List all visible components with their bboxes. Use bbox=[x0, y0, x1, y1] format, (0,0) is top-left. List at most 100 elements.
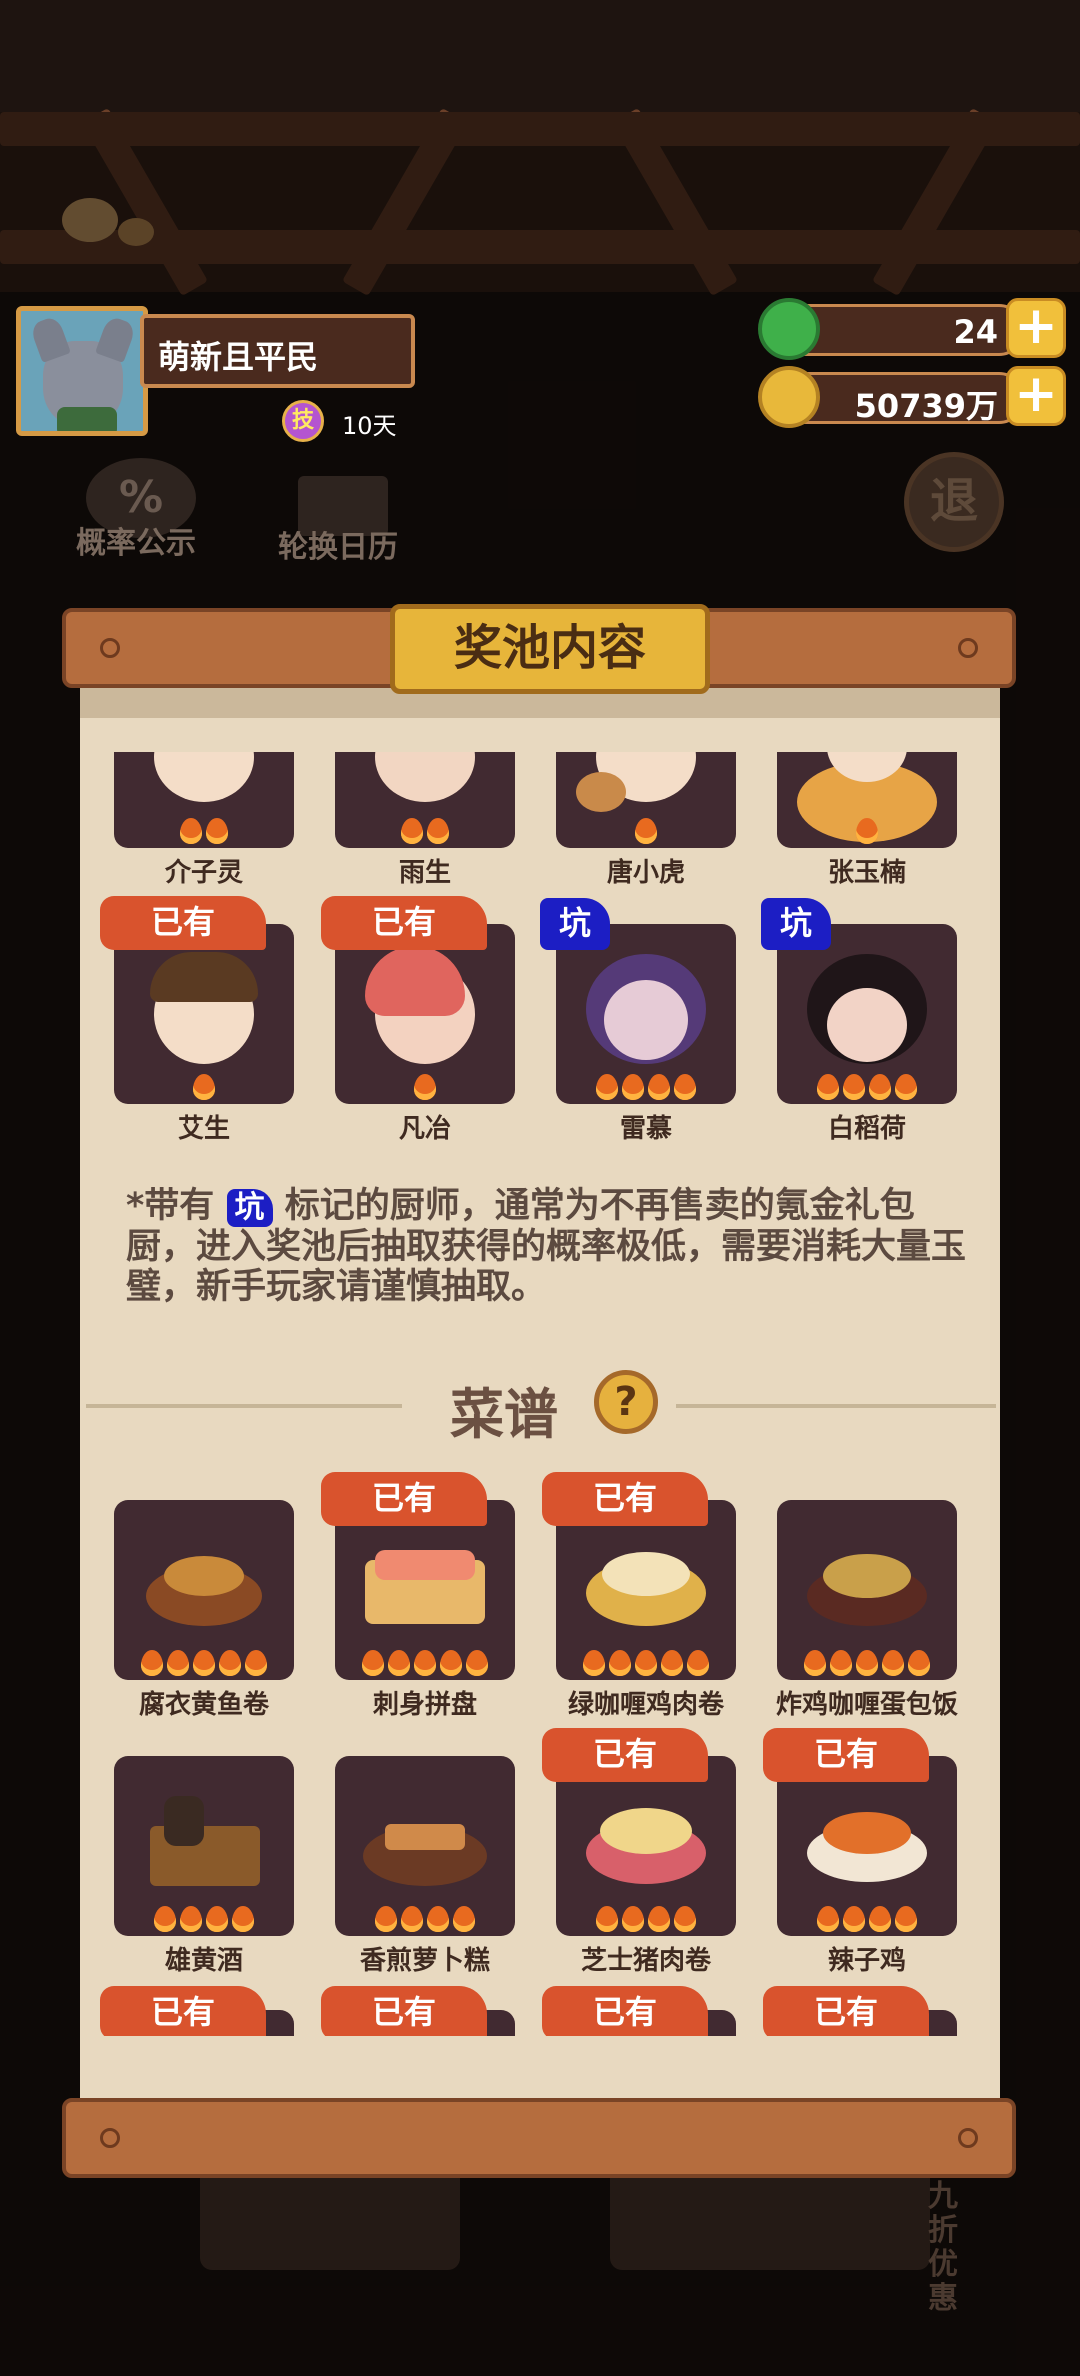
add-jade-button[interactable]: + bbox=[1006, 298, 1066, 358]
help-icon[interactable]: ? bbox=[594, 1370, 658, 1434]
nail-icon bbox=[958, 638, 978, 658]
star-rating bbox=[556, 818, 736, 844]
recipe-name: 辣子鸡 bbox=[827, 1946, 906, 1976]
coin-icon bbox=[758, 366, 820, 428]
recipe-card[interactable] bbox=[335, 1756, 515, 1936]
nail-icon bbox=[958, 2128, 978, 2148]
star-rating bbox=[335, 1906, 515, 1932]
exit-button: 退 bbox=[904, 452, 1004, 552]
add-coin-button[interactable]: + bbox=[1006, 366, 1066, 426]
dish-food bbox=[823, 1812, 911, 1854]
nail-icon bbox=[100, 2128, 120, 2148]
star-rating bbox=[777, 1074, 957, 1100]
star-rating bbox=[335, 1074, 515, 1100]
star-rating bbox=[777, 1906, 957, 1932]
chef-name: 唐小虎 bbox=[606, 858, 685, 888]
wine-jar-icon bbox=[164, 1796, 204, 1846]
dish-food bbox=[600, 1808, 692, 1854]
chef-card[interactable] bbox=[777, 924, 957, 1104]
collar-icon bbox=[57, 407, 117, 431]
keng-tag: 坑 bbox=[540, 898, 610, 950]
star-rating bbox=[556, 1906, 736, 1932]
chef-name: 雨生 bbox=[398, 858, 451, 888]
recipe-card[interactable] bbox=[556, 1500, 736, 1680]
skill-days: 10天 bbox=[342, 412, 397, 440]
recipe-name: 炸鸡咖喱蛋包饭 bbox=[775, 1690, 958, 1720]
star-rating bbox=[335, 818, 515, 844]
star-rating bbox=[777, 818, 957, 844]
recipe-name: 香煎萝卜糕 bbox=[359, 1946, 490, 1976]
star-rating bbox=[556, 1650, 736, 1676]
scroll-bottom-roller bbox=[62, 2098, 1016, 2178]
chef-name: 雷慕 bbox=[619, 1114, 672, 1144]
recipe-card[interactable] bbox=[777, 1500, 957, 1680]
chef-name: 介子灵 bbox=[164, 858, 243, 888]
chef-hair bbox=[576, 772, 626, 812]
chef-card[interactable] bbox=[777, 752, 957, 848]
star-rating bbox=[114, 1906, 294, 1932]
recipe-name: 雄黄酒 bbox=[164, 1946, 243, 1976]
keng-tag: 坑 bbox=[761, 898, 831, 950]
star-rating bbox=[777, 1650, 957, 1676]
owned-tag: 已有 bbox=[542, 1986, 708, 2040]
owned-tag: 已有 bbox=[321, 896, 487, 950]
keng-tag-inline: 坑 bbox=[226, 1189, 273, 1227]
player-avatar[interactable] bbox=[16, 306, 148, 436]
chef-card[interactable] bbox=[335, 924, 515, 1104]
divider bbox=[676, 1404, 996, 1408]
chef-portrait bbox=[375, 752, 475, 802]
probability-button: 概率公示 bbox=[76, 526, 196, 561]
panel-bottom-margin bbox=[80, 2036, 1000, 2100]
dish-food bbox=[823, 1554, 911, 1598]
recipes-title: 菜谱 bbox=[450, 1383, 558, 1446]
jade-icon bbox=[758, 298, 820, 360]
owned-tag: 已有 bbox=[100, 896, 266, 950]
divider bbox=[86, 1404, 402, 1408]
chef-card[interactable] bbox=[114, 924, 294, 1104]
dish-food bbox=[602, 1552, 690, 1596]
chef-card[interactable] bbox=[114, 752, 294, 848]
keng-note: *带有 坑 标记的厨师，通常为不再售卖的氪金礼包厨，进入奖池后抽取获得的概率极低… bbox=[126, 1186, 966, 1307]
note-prefix: *带有 bbox=[126, 1186, 215, 1226]
skill-badge-icon: 技 bbox=[282, 400, 324, 442]
star-rating bbox=[114, 1650, 294, 1676]
nail-icon bbox=[100, 638, 120, 658]
chef-portrait bbox=[604, 980, 688, 1060]
owned-tag: 已有 bbox=[763, 1728, 929, 1782]
recipe-card[interactable] bbox=[114, 1756, 294, 1936]
dish-food bbox=[164, 1556, 244, 1596]
star-rating bbox=[114, 818, 294, 844]
recipe-name: 芝士猪肉卷 bbox=[580, 1946, 711, 1976]
calendar-button: 轮换日历 bbox=[278, 530, 398, 565]
chef-portrait bbox=[154, 752, 254, 802]
dish-food bbox=[375, 1550, 475, 1580]
recipe-name: 腐衣黄鱼卷 bbox=[138, 1690, 269, 1720]
owned-tag: 已有 bbox=[542, 1472, 708, 1526]
player-name: 萌新且平民 bbox=[140, 314, 415, 388]
chef-name: 凡冶 bbox=[398, 1114, 451, 1144]
star-rating bbox=[114, 1074, 294, 1100]
dish-food bbox=[385, 1824, 465, 1850]
chef-name: 白稻荷 bbox=[827, 1114, 906, 1144]
discount-label: 九折优惠 bbox=[928, 2179, 958, 2316]
owned-tag: 已有 bbox=[321, 1472, 487, 1526]
panel-title: 奖池内容 bbox=[390, 604, 710, 694]
chef-hair bbox=[150, 952, 258, 1002]
chef-card[interactable] bbox=[335, 752, 515, 848]
star-rating bbox=[556, 1074, 736, 1100]
recipe-name: 刺身拼盘 bbox=[372, 1690, 477, 1720]
owned-tag: 已有 bbox=[763, 1986, 929, 2040]
star-rating bbox=[335, 1650, 515, 1676]
recipe-name: 绿咖喱鸡肉卷 bbox=[567, 1690, 724, 1720]
chef-name: 艾生 bbox=[177, 1114, 230, 1144]
recipe-card[interactable] bbox=[114, 1500, 294, 1680]
owned-tag: 已有 bbox=[542, 1728, 708, 1782]
recipe-card[interactable] bbox=[777, 1756, 957, 1936]
recipe-card[interactable] bbox=[335, 1500, 515, 1680]
chef-card[interactable] bbox=[556, 752, 736, 848]
chef-card[interactable] bbox=[556, 924, 736, 1104]
recipe-card[interactable] bbox=[556, 1756, 736, 1936]
owned-tag: 已有 bbox=[100, 1986, 266, 2040]
chef-hair bbox=[365, 946, 465, 1016]
owned-tag: 已有 bbox=[321, 1986, 487, 2040]
